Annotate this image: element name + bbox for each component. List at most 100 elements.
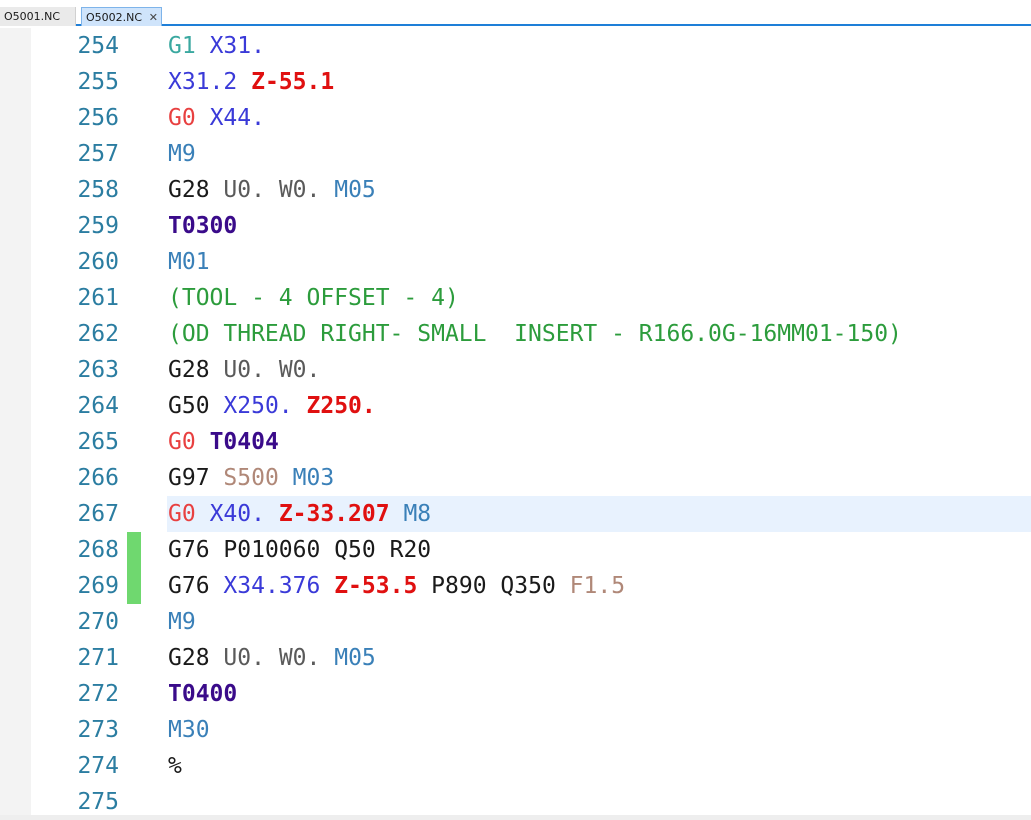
code-token: G28 [168,645,210,671]
line-number: 254 [77,33,119,59]
code-line[interactable]: 267 G0 X40. Z-33.207 M8 [31,496,1031,532]
code-text[interactable]: G1 X31. [168,28,265,64]
code-line[interactable]: 273 M30 [31,712,1031,748]
change-marker [127,568,141,604]
code-token: (TOOL - 4 OFFSET - 4) [168,285,459,311]
code-token: X250. [223,393,293,419]
code-token: U0. [223,645,265,671]
line-number: 256 [77,105,119,131]
code-token: X34.376 [223,573,321,599]
code-token: T0400 [168,681,238,707]
code-line[interactable]: 270 M9 [31,604,1031,640]
code-token: U0. [223,177,265,203]
code-line[interactable]: 266 G97 S500 M03 [31,460,1031,496]
code-text[interactable]: G0 T0404 [168,424,279,460]
code-token: F1.5 [569,573,626,599]
code-line[interactable]: 268 G76 P010060 Q50 R20 [31,532,1031,568]
tab-label: O5002.NC [86,11,143,24]
code-text[interactable]: T0300 [168,208,237,244]
code-line[interactable]: 257 M9 [31,136,1031,172]
code-line[interactable]: 274% [31,748,1031,784]
code-line[interactable]: 271 G28 U0. W0. M05 [31,640,1031,676]
line-number: 260 [77,249,119,275]
code-token: W0. [278,645,321,671]
code-text[interactable]: X31.2 Z-55.1 [168,64,334,100]
code-text[interactable]: (OD THREAD RIGHT- SMALL INSERT - R166.0G… [168,316,902,352]
code-text[interactable]: G0 X44. [168,100,265,136]
code-line[interactable]: 262 (OD THREAD RIGHT- SMALL INSERT - R166… [31,316,1031,352]
code-token: G0 [168,105,196,131]
code-text[interactable]: G97 S500 M03 [168,460,334,496]
code-token: U0. [223,357,265,383]
code-token: G76 [168,537,210,563]
code-line[interactable]: 263 G28 U0. W0. [31,352,1031,388]
tab-o5002[interactable]: O5002.NC ✕ [81,7,162,26]
code-token: Q50 [334,537,376,563]
code-text[interactable]: G28 U0. W0. M05 [168,172,376,208]
code-text[interactable]: T0400 [168,676,237,712]
code-line[interactable]: 258 G28 U0. W0. M05 [31,172,1031,208]
code-token: (OD THREAD RIGHT- SMALL INSERT - R166.0G… [168,321,902,347]
close-icon[interactable]: ✕ [149,8,158,27]
code-token: X40. [209,501,265,527]
code-text[interactable]: G50 X250. Z250. [168,388,376,424]
code-line[interactable]: 255 X31.2 Z-55.1 [31,64,1031,100]
code-token: G50 [168,393,210,419]
code-token: Z-55.1 [251,69,335,95]
code-line[interactable]: 259 T0300 [31,208,1031,244]
code-line[interactable]: 261 (TOOL - 4 OFFSET - 4) [31,280,1031,316]
code-editor[interactable]: 254 G1 X31. 255 X31.2 Z-55.1 256 G0 X44. 257 M9… [31,28,1031,815]
line-number: 264 [77,393,119,419]
code-token: M9 [168,609,196,635]
code-line[interactable]: 265 G0 T0404 [31,424,1031,460]
line-number: 273 [77,717,119,743]
code-text[interactable]: M9 [168,604,196,640]
code-line[interactable]: 260 M01 [31,244,1031,280]
tab-o5001[interactable]: O5001.NC [0,7,76,26]
code-token: P890 [431,573,487,599]
code-token: M05 [334,645,376,671]
code-line[interactable]: 272 T0400 [31,676,1031,712]
code-token: M8 [403,501,432,527]
code-text[interactable]: M01 [168,244,210,280]
code-line[interactable]: 256 G0 X44. [31,100,1031,136]
code-token: T0404 [209,429,279,455]
code-line[interactable]: 269 G76 X34.376 Z-53.5 P890 Q350 F1.5 [31,568,1031,604]
code-text[interactable]: G0 X40. Z-33.207 M8 [168,496,431,532]
code-text[interactable]: % [168,748,182,784]
code-text[interactable]: G28 U0. W0. [168,352,320,388]
horizontal-scrollbar[interactable] [0,815,1031,820]
code-token: M05 [334,177,376,203]
code-line[interactable]: 264 G50 X250. Z250. [31,388,1031,424]
code-token: M30 [168,717,210,743]
code-token: M03 [292,465,335,491]
code-token: T0300 [168,213,238,239]
code-text[interactable]: G76 P010060 Q50 R20 [168,532,431,568]
code-text[interactable]: M30 [168,712,210,748]
code-text[interactable]: G76 X34.376 Z-53.5 P890 Q350 F1.5 [168,568,625,604]
code-line[interactable]: 254 G1 X31. [31,28,1031,64]
code-text[interactable]: M9 [168,136,196,172]
line-number: 258 [77,177,119,203]
code-token: R20 [389,537,432,563]
code-token: M9 [168,141,196,167]
code-token: Z-33.207 [278,501,390,527]
code-token: W0. [278,177,321,203]
code-text[interactable]: (TOOL - 4 OFFSET - 4) [168,280,459,316]
code-text[interactable]: G28 U0. W0. M05 [168,640,376,676]
